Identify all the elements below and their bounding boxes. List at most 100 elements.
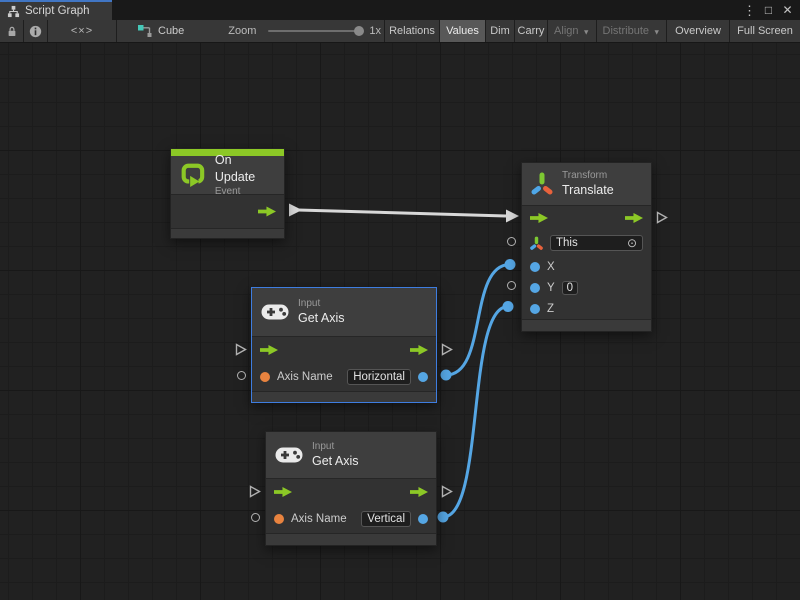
- on-update-loop-icon: [180, 162, 206, 188]
- node-on-update[interactable]: On Update Event: [170, 148, 285, 239]
- flow-out-arrow-icon[interactable]: [410, 487, 428, 498]
- node-subtitle: Event: [215, 185, 275, 198]
- code-toggle-icon: <×>: [71, 25, 93, 37]
- flow-out-arrow-icon[interactable]: [625, 213, 643, 224]
- node-translate[interactable]: Transform Translate Thi: [521, 162, 652, 332]
- axis-name-value-port-icon[interactable]: [237, 371, 246, 380]
- values-label: Values: [446, 25, 479, 37]
- graph-target-icon: [137, 24, 153, 38]
- value-port-connected-icon[interactable]: [503, 301, 514, 312]
- y-value-port-icon[interactable]: [507, 281, 516, 290]
- node-subtitle: Transform: [562, 169, 614, 182]
- node-get-axis-horizontal[interactable]: Input Get Axis Axis Name Horizontal: [251, 287, 437, 403]
- axis-name-value-port-icon[interactable]: [251, 513, 260, 522]
- relations-label: Relations: [389, 25, 435, 37]
- node-title: Translate: [562, 182, 614, 198]
- flow-in-arrow-icon[interactable]: [274, 487, 292, 498]
- values-button[interactable]: Values: [440, 20, 486, 42]
- node-title: Get Axis: [312, 453, 359, 469]
- axis-name-field[interactable]: Horizontal: [347, 369, 411, 385]
- maximize-icon[interactable]: □: [760, 1, 777, 19]
- x-value-port-icon[interactable]: [530, 262, 540, 272]
- flow-out-arrow-icon[interactable]: [258, 206, 276, 217]
- wire-getaxis-horizontal-to-x[interactable]: [446, 265, 510, 376]
- flow-out-port-icon[interactable]: [441, 343, 453, 361]
- zoom-slider[interactable]: [268, 30, 360, 32]
- node-get-axis-vertical[interactable]: Input Get Axis Axis Name Vertical: [265, 431, 437, 546]
- z-value-port-icon[interactable]: [530, 304, 540, 314]
- zoom-slider-knob[interactable]: [354, 26, 364, 36]
- dim-button[interactable]: Dim: [486, 20, 515, 42]
- graph-canvas[interactable]: On Update Event Tran: [0, 43, 800, 600]
- gamepad-icon: [261, 303, 289, 321]
- flow-out-port-connected-icon[interactable]: [289, 204, 302, 217]
- this-object-field[interactable]: This ⊙: [550, 235, 643, 251]
- y-value-port-icon[interactable]: [530, 283, 540, 293]
- this-value-port-icon[interactable]: [507, 237, 516, 246]
- carry-button[interactable]: Carry: [515, 20, 548, 42]
- close-icon[interactable]: ✕: [779, 1, 796, 19]
- distribute-dropdown-button[interactable]: Distribute ▼: [597, 20, 667, 42]
- node-footer: [522, 319, 651, 331]
- node-titles: Input Get Axis: [312, 440, 359, 469]
- node-body: This ⊙ X Y 0 Z: [522, 205, 651, 319]
- gamepad-icon: [275, 446, 303, 464]
- zoom-value: 1x: [369, 25, 381, 37]
- wire-onupdate-to-translate[interactable]: [298, 210, 506, 216]
- lock-icon: [6, 25, 18, 38]
- script-graph-window: Script Graph ⋮ □ ✕ <×>: [0, 0, 800, 600]
- y-input-row: Y 0: [522, 277, 651, 298]
- result-port-icon[interactable]: [418, 514, 428, 524]
- node-titles: Transform Translate: [562, 169, 614, 198]
- flow-in-port-icon[interactable]: [235, 343, 247, 361]
- transform-icon: [531, 171, 553, 197]
- align-label: Align: [554, 25, 578, 37]
- axis-name-field[interactable]: Vertical: [361, 511, 411, 527]
- window-controls: ⋮ □ ✕: [741, 0, 800, 20]
- value-port-connected-icon[interactable]: [441, 370, 452, 381]
- node-body: [171, 194, 284, 228]
- flow-out-port-icon[interactable]: [441, 485, 453, 503]
- dropdown-arrow-icon: ▼: [583, 27, 590, 36]
- value-port-connected-icon[interactable]: [438, 512, 449, 523]
- flow-in-port-icon[interactable]: [249, 485, 261, 503]
- result-port-icon[interactable]: [418, 372, 428, 382]
- axis-name-label: Axis Name: [277, 371, 333, 383]
- x-port-label: X: [547, 261, 555, 273]
- info-icon: [29, 25, 42, 38]
- full-screen-label: Full Screen: [737, 25, 793, 37]
- toolbar: <×> Cube Zoom 1x Relations Values Dim Ca…: [0, 20, 800, 43]
- this-field-value: This: [556, 237, 578, 249]
- dropdown-arrow-icon: ▼: [653, 27, 660, 36]
- distribute-label: Distribute: [603, 25, 649, 37]
- relations-button[interactable]: Relations: [385, 20, 440, 42]
- flow-row: [266, 479, 436, 505]
- axis-name-port-icon[interactable]: [260, 372, 270, 382]
- tab-script-graph[interactable]: Script Graph: [0, 0, 112, 20]
- value-port-connected-icon[interactable]: [505, 259, 516, 270]
- axis-name-label: Axis Name: [291, 513, 347, 525]
- y-value-field[interactable]: 0: [562, 281, 578, 295]
- z-input-row: Z: [522, 298, 651, 319]
- node-footer: [266, 533, 436, 545]
- node-header: On Update Event: [171, 156, 284, 194]
- overview-button[interactable]: Overview: [667, 20, 730, 42]
- flow-in-arrow-icon[interactable]: [260, 345, 278, 356]
- axis-name-row: Axis Name Vertical: [266, 505, 436, 533]
- node-title: Get Axis: [298, 310, 345, 326]
- axis-name-port-icon[interactable]: [274, 514, 284, 524]
- transform-mini-icon: [530, 236, 543, 251]
- object-picker-icon[interactable]: ⊙: [627, 237, 637, 249]
- node-header: Input Get Axis: [266, 432, 436, 478]
- flow-out-port-icon[interactable]: [656, 211, 668, 229]
- window-menu-icon[interactable]: ⋮: [741, 1, 758, 19]
- align-dropdown-button[interactable]: Align ▼: [548, 20, 597, 42]
- flow-in-arrow-icon[interactable]: [530, 213, 548, 224]
- full-screen-button[interactable]: Full Screen: [730, 20, 800, 42]
- y-port-label: Y: [547, 282, 555, 294]
- lock-button[interactable]: [0, 20, 24, 42]
- value-preview-toggle-button[interactable]: <×>: [48, 20, 117, 42]
- graph-target-label: Cube: [158, 25, 184, 37]
- info-button[interactable]: [24, 20, 48, 42]
- flow-out-arrow-icon[interactable]: [410, 345, 428, 356]
